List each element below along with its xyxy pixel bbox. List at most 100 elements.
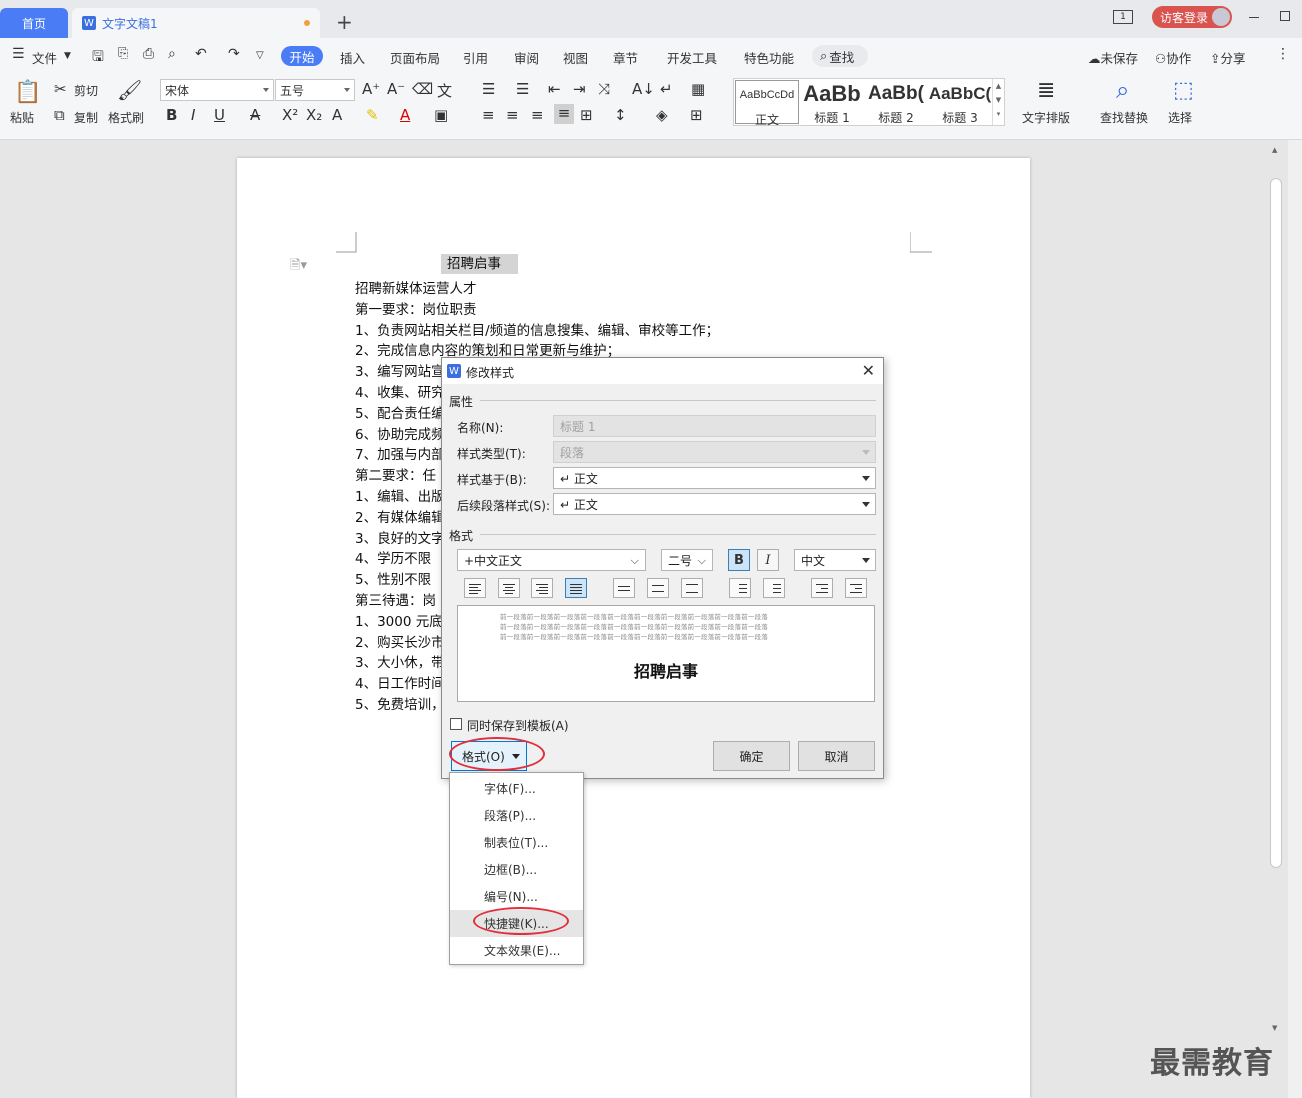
- find-replace-icon[interactable]: ⌕: [1116, 76, 1129, 104]
- doc-heading[interactable]: 招聘启事: [441, 254, 518, 274]
- size-select[interactable]: 二号 ⌵: [661, 549, 713, 571]
- doc-line[interactable]: 2、完成信息内容的策划和日常更新与维护；: [355, 339, 620, 359]
- menu-start[interactable]: 开始: [281, 46, 323, 66]
- menu-file[interactable]: 文件: [32, 48, 57, 67]
- doc-line[interactable]: 3、良好的文字: [355, 527, 445, 547]
- doc-line[interactable]: 5、性别不限: [355, 568, 431, 588]
- customize-chevron-icon[interactable]: ▽: [256, 50, 264, 61]
- style-heading2[interactable]: AaBb( 标题 2: [864, 79, 928, 125]
- doc-line[interactable]: 第二要求：任: [355, 464, 436, 484]
- minimize-icon[interactable]: [1249, 17, 1259, 18]
- bold-toggle[interactable]: B: [728, 549, 750, 571]
- increase-indent-button[interactable]: [845, 578, 867, 598]
- decrease-indent-icon[interactable]: ⇤: [548, 80, 561, 98]
- vertical-scrollbar[interactable]: ▲ ▼: [1268, 140, 1284, 1098]
- cancel-button[interactable]: 取消: [798, 741, 875, 771]
- paragraph-menu-icon[interactable]: 🗎▾: [290, 256, 307, 278]
- print-icon[interactable]: ⎙: [143, 46, 154, 62]
- align-left-button[interactable]: [464, 578, 486, 598]
- doc-line[interactable]: 3、大小休，带: [355, 651, 445, 671]
- underline-icon[interactable]: U: [214, 106, 225, 124]
- copy-icon[interactable]: ⧉: [54, 106, 65, 124]
- text-effect-icon[interactable]: A: [332, 106, 342, 124]
- cloud-unsaved-status[interactable]: ☁未保存: [1088, 48, 1138, 67]
- italic-toggle[interactable]: I: [757, 549, 779, 571]
- print-preview-icon[interactable]: ⌕: [168, 46, 176, 62]
- doc-line[interactable]: 2、购买长沙市: [355, 631, 445, 651]
- sort-icon[interactable]: A↓: [632, 80, 655, 98]
- doc-line[interactable]: 第一要求：岗位职责: [355, 298, 477, 318]
- style-normal[interactable]: AaBbCcDd 正文: [735, 80, 799, 127]
- scrollbar-thumb[interactable]: [1270, 178, 1282, 868]
- menu-chapter[interactable]: 章节: [613, 48, 638, 67]
- menu-view[interactable]: 视图: [563, 48, 588, 67]
- doc-line[interactable]: 3、编写网站宣: [355, 360, 445, 380]
- more-icon[interactable]: ⋮: [1276, 46, 1290, 62]
- align-right-icon[interactable]: ≡: [531, 106, 544, 124]
- save-to-template-checkbox[interactable]: [450, 718, 462, 730]
- font-size-select[interactable]: 五号: [275, 79, 355, 101]
- chevron-down-icon[interactable]: ▼: [64, 51, 71, 61]
- share-button[interactable]: ⇪分享: [1210, 48, 1246, 67]
- scroll-up-icon[interactable]: ▲: [1272, 146, 1277, 154]
- page-count-icon[interactable]: 1: [1113, 10, 1133, 24]
- redo-icon[interactable]: ↷: [228, 46, 240, 62]
- doc-line[interactable]: 5、免费培训，: [355, 693, 445, 713]
- new-tab-button[interactable]: +: [336, 10, 353, 34]
- doc-line[interactable]: 1、负责网站相关栏目/频道的信息搜集、编辑、审校等工作；: [355, 319, 719, 339]
- hamburger-icon[interactable]: ☰: [12, 46, 25, 62]
- menu-item-borders[interactable]: 边框(B)...: [450, 856, 583, 883]
- menu-insert[interactable]: 插入: [340, 48, 365, 67]
- style-heading3[interactable]: AaBbC( 标题 3: [928, 79, 992, 125]
- format-painter-icon[interactable]: 🖌: [117, 78, 142, 102]
- export-pdf-icon[interactable]: ⎘: [118, 46, 128, 61]
- collab-button[interactable]: ⚇协作: [1155, 48, 1191, 67]
- chinese-layout-icon[interactable]: ⤨: [598, 80, 610, 98]
- distribute-icon[interactable]: ⊞: [580, 106, 593, 124]
- doc-line[interactable]: 招聘新媒体运营人才: [355, 277, 477, 297]
- strikethrough-icon[interactable]: A: [250, 106, 260, 124]
- increase-indent-icon[interactable]: ⇥: [573, 80, 586, 98]
- bullets-icon[interactable]: ☰: [482, 80, 495, 98]
- doc-line[interactable]: 1、编辑、出版: [355, 485, 445, 505]
- next-style-select[interactable]: ↵ 正文: [553, 493, 876, 515]
- borders-icon[interactable]: ⊞: [690, 106, 703, 124]
- font-name-select[interactable]: 宋体: [160, 79, 274, 101]
- style-heading1[interactable]: AaBb 标题 1: [800, 79, 864, 125]
- style-type-select[interactable]: 段落: [553, 441, 876, 463]
- doc-line[interactable]: 4、日工作时间: [355, 672, 445, 692]
- cut-label[interactable]: 剪切: [74, 82, 98, 99]
- decrease-indent-button[interactable]: [811, 578, 833, 598]
- shrink-font-icon[interactable]: A⁻: [387, 80, 405, 98]
- tab-document[interactable]: W 文字文稿1: [72, 8, 320, 38]
- align-center-button[interactable]: [498, 578, 520, 598]
- double-spacing-button[interactable]: [681, 578, 703, 598]
- subscript-icon[interactable]: X₂: [306, 106, 322, 124]
- copy-label[interactable]: 复制: [74, 109, 98, 126]
- grow-font-icon[interactable]: A⁺: [362, 80, 380, 98]
- doc-line[interactable]: 2、有媒体编辑: [355, 506, 445, 526]
- space-before-button[interactable]: [729, 578, 751, 598]
- align-center-icon[interactable]: ≡: [506, 106, 519, 124]
- align-right-button[interactable]: [531, 578, 553, 598]
- show-marks-icon[interactable]: ↵: [660, 80, 673, 98]
- one-half-spacing-button[interactable]: [647, 578, 669, 598]
- menu-references[interactable]: 引用: [463, 48, 488, 67]
- cut-icon[interactable]: ✂: [54, 80, 67, 98]
- text-layout-icon[interactable]: ≣: [1037, 78, 1055, 103]
- single-spacing-button[interactable]: [613, 578, 635, 598]
- menu-item-text-effects[interactable]: 文本效果(E)...: [450, 937, 583, 964]
- superscript-icon[interactable]: X²: [282, 106, 298, 124]
- ok-button[interactable]: 确定: [713, 741, 790, 771]
- login-button[interactable]: 访客登录: [1152, 6, 1232, 28]
- select-icon[interactable]: ⬚: [1173, 78, 1194, 103]
- gallery-scroll-icon[interactable]: ▲ ▼ ▾: [992, 79, 1004, 125]
- format-painter-label[interactable]: 格式刷: [108, 109, 144, 126]
- font-color-icon[interactable]: A: [400, 106, 410, 124]
- numbering-icon[interactable]: ☰: [516, 80, 529, 98]
- menu-page-layout[interactable]: 页面布局: [390, 48, 440, 67]
- doc-line[interactable]: 6、协助完成频: [355, 423, 445, 443]
- menu-item-font[interactable]: 字体(F)...: [450, 775, 583, 802]
- tab-home[interactable]: 首页: [0, 8, 68, 38]
- doc-line[interactable]: 4、学历不限: [355, 547, 431, 567]
